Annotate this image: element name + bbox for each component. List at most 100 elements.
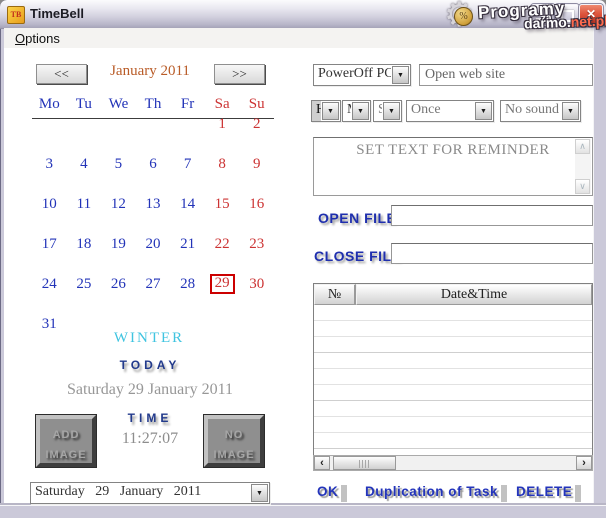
calendar-day-29[interactable]: 29 [210, 274, 235, 294]
add-image-button[interactable]: ADD IMAGE [36, 415, 96, 467]
scroll-left-icon[interactable]: ‹ [314, 456, 330, 470]
close-file-button[interactable]: CLOSE FILE [314, 248, 401, 264]
chevron-down-icon[interactable]: ▼ [392, 66, 409, 84]
watermark-gear-core: % [454, 7, 473, 26]
calendar-day-4[interactable]: 4 [80, 156, 88, 173]
reminder-scrollbar[interactable]: ∧ ∨ [575, 139, 591, 194]
scrollbar-thumb[interactable] [333, 456, 396, 470]
calendar-day-27[interactable]: 27 [145, 276, 160, 293]
calendar-day-24[interactable]: 24 [42, 276, 57, 293]
column-header-datetime: Date&Time [356, 284, 592, 305]
tasks-table-header: № Date&Time [314, 284, 592, 305]
calendar-day-11[interactable]: 11 [77, 196, 91, 213]
calendar-day-16[interactable]: 16 [249, 196, 264, 213]
calendar-day-7[interactable]: 7 [184, 156, 192, 173]
calendar-day-8[interactable]: 8 [218, 156, 226, 173]
app-icon: TB [7, 6, 25, 24]
date-combobox[interactable]: Saturday 29 January 2011 ▼ [30, 482, 270, 504]
calendar-day-19[interactable]: 19 [111, 236, 126, 253]
table-row[interactable] [314, 321, 592, 337]
calendar-day-31[interactable]: 31 [42, 316, 57, 333]
chevron-down-icon[interactable]: ▼ [562, 102, 579, 120]
window-frame-bottom [0, 505, 606, 518]
calendar-day-10[interactable]: 10 [42, 196, 57, 213]
watermark-gear-icon: ⚙ % [444, 0, 482, 34]
action-combobox-value: PowerOff PC [314, 65, 391, 85]
reminder-placeholder: SET TEXT FOR REMINDER [314, 138, 592, 159]
no-image-button[interactable]: NO IMAGE [204, 415, 264, 467]
table-horizontal-scrollbar[interactable]: ‹ › [313, 455, 593, 471]
menu-bar: Options [4, 28, 594, 49]
prev-month-button[interactable]: << [36, 64, 87, 84]
chevron-down-icon[interactable]: ▼ [475, 102, 492, 120]
current-date-text: Saturday 29 January 2011 [18, 381, 282, 399]
window-frame-right [593, 28, 606, 506]
calendar-day-22[interactable]: 22 [215, 236, 230, 253]
duplicate-task-button[interactable]: Duplication of Task [365, 484, 498, 499]
repeat-combobox-value: Once [407, 101, 474, 121]
window-title: TimeBell [30, 6, 84, 21]
calendar-day-25[interactable]: 25 [76, 276, 91, 293]
calendar-day-14[interactable]: 14 [180, 196, 195, 213]
column-header-number: № [314, 284, 356, 305]
table-row[interactable] [314, 305, 592, 321]
calendar-day-5[interactable]: 5 [115, 156, 123, 173]
today-label: TODAY [55, 358, 245, 372]
close-file-path-input[interactable] [391, 243, 593, 264]
table-row[interactable] [314, 369, 592, 385]
calendar-day-9[interactable]: 9 [253, 156, 261, 173]
calendar-grid: 1234567891011121314151617181920212223242… [32, 104, 274, 344]
menu-options[interactable]: Options [11, 30, 64, 47]
delete-button[interactable]: DELETE [516, 484, 572, 499]
table-row[interactable] [314, 385, 592, 401]
hour-combobox-value: H [312, 101, 321, 121]
reminder-textarea[interactable]: SET TEXT FOR REMINDER ∧ ∨ [313, 137, 593, 196]
next-month-button[interactable]: >> [214, 64, 265, 84]
scrollbar-grip [359, 460, 371, 468]
website-input[interactable]: Open web site [419, 64, 593, 86]
table-row[interactable] [314, 433, 592, 449]
season-label: WINTER [97, 330, 201, 347]
chevron-down-icon[interactable]: ▼ [322, 102, 339, 120]
watermark-line3: darmo.net.pl [524, 13, 606, 32]
table-row[interactable] [314, 401, 592, 417]
calendar-day-18[interactable]: 18 [76, 236, 91, 253]
calendar-day-1[interactable]: 1 [218, 116, 226, 133]
date-combobox-value: Saturday 29 January 2011 [31, 483, 250, 503]
chevron-down-icon[interactable]: ▼ [251, 484, 268, 502]
second-combobox-value: S [374, 101, 382, 121]
sound-combobox-value: No sound [501, 101, 561, 121]
tasks-table: № Date&Time [313, 283, 593, 466]
calendar-day-15[interactable]: 15 [215, 196, 230, 213]
table-row[interactable] [314, 353, 592, 369]
calendar-day-6[interactable]: 6 [149, 156, 157, 173]
chevron-down-icon[interactable]: ▼ [352, 102, 369, 120]
table-row[interactable] [314, 337, 592, 353]
open-file-button[interactable]: OPEN FILE [318, 210, 396, 226]
calendar-day-26[interactable]: 26 [111, 276, 126, 293]
sound-combobox[interactable]: No sound ▼ [500, 100, 581, 122]
calendar-day-20[interactable]: 20 [145, 236, 160, 253]
calendar-day-17[interactable]: 17 [42, 236, 57, 253]
second-combobox[interactable]: S ▼ [373, 100, 402, 122]
repeat-combobox[interactable]: Once ▼ [406, 100, 494, 122]
calendar-day-3[interactable]: 3 [46, 156, 54, 173]
calendar-day-23[interactable]: 23 [249, 236, 264, 253]
minute-combobox[interactable]: M ▼ [342, 100, 371, 122]
calendar-day-30[interactable]: 30 [249, 276, 264, 293]
table-row[interactable] [314, 417, 592, 433]
calendar-day-2[interactable]: 2 [253, 116, 261, 133]
scroll-up-icon[interactable]: ∧ [575, 139, 590, 154]
calendar-day-13[interactable]: 13 [145, 196, 160, 213]
scroll-right-icon[interactable]: › [576, 456, 592, 470]
calendar-day-28[interactable]: 28 [180, 276, 195, 293]
chevron-down-icon[interactable]: ▼ [383, 102, 400, 120]
ok-button[interactable]: OK [317, 484, 338, 499]
calendar-day-12[interactable]: 12 [111, 196, 126, 213]
scroll-down-icon[interactable]: ∨ [575, 179, 590, 194]
minute-combobox-value: M [343, 101, 351, 121]
action-combobox[interactable]: PowerOff PC ▼ [313, 64, 411, 86]
hour-combobox[interactable]: H ▼ [311, 100, 341, 122]
calendar-day-21[interactable]: 21 [180, 236, 195, 253]
open-file-path-input[interactable] [391, 205, 593, 226]
